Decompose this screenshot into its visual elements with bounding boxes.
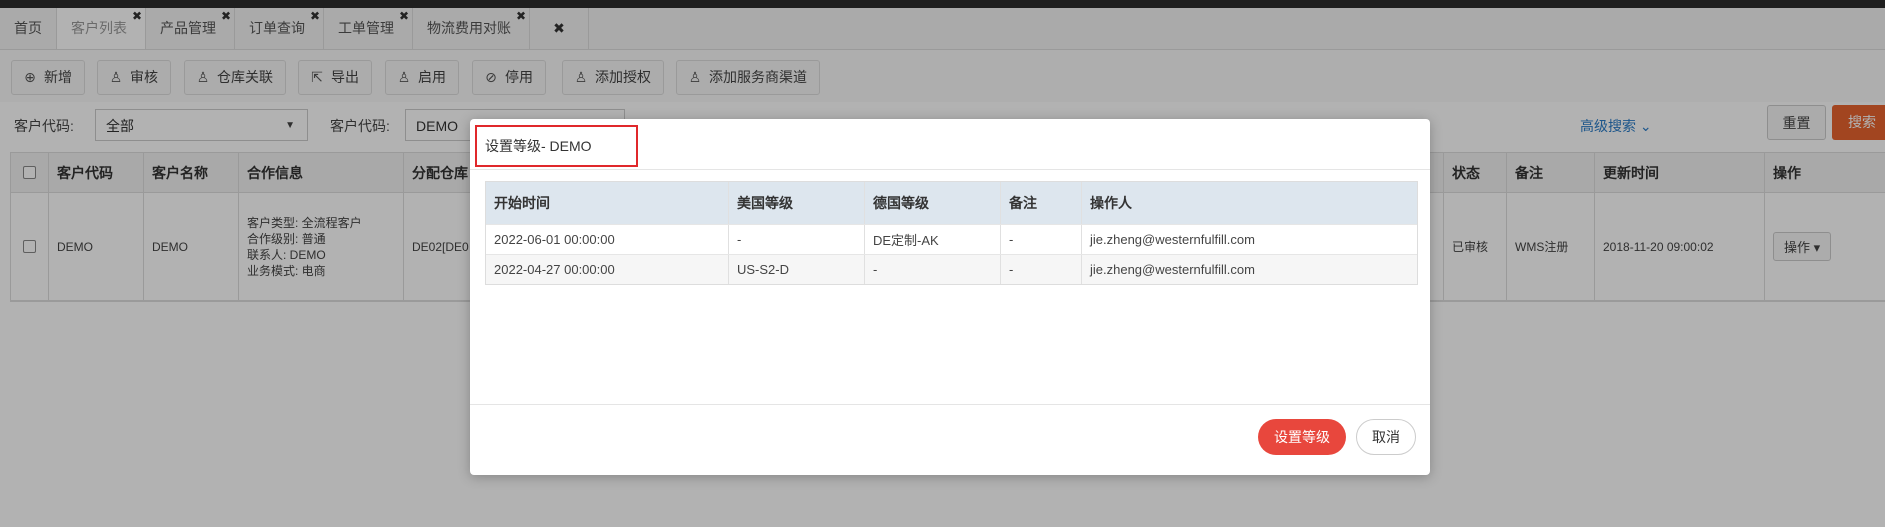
dialog-title: 设置等级- DEMO (485, 138, 592, 154)
cell-remark: - (1001, 225, 1082, 254)
cell-operator: jie.zheng@westernfulfill.com (1090, 232, 1255, 247)
col-de-level: 德国等级 (865, 182, 1001, 224)
level-table-row: 2022-04-27 00:00:00 US-S2-D - - jie.zhen… (486, 255, 1417, 284)
header-divider (470, 169, 1430, 170)
level-history-table: 开始时间 美国等级 德国等级 备注 操作人 2022-06-01 00:00:0… (485, 181, 1418, 285)
cell-us-level: US-S2-D (729, 255, 865, 284)
footer-divider (470, 404, 1430, 405)
cancel-button[interactable]: 取消 (1356, 419, 1416, 455)
cell-start-time: 2022-04-27 00:00:00 (486, 255, 729, 284)
cell-remark: - (1001, 255, 1082, 284)
cell-de-level: - (865, 255, 1001, 284)
cell-operator: jie.zheng@westernfulfill.com (1090, 262, 1255, 277)
level-table-row: 2022-06-01 00:00:00 - DE定制-AK - jie.zhen… (486, 225, 1417, 255)
col-start-time: 开始时间 (486, 182, 729, 224)
col-operator: 操作人 (1090, 195, 1132, 211)
col-us-level: 美国等级 (729, 182, 865, 224)
cell-us-level: - (729, 225, 865, 254)
set-level-button[interactable]: 设置等级 (1258, 419, 1346, 455)
set-level-dialog: 设置等级- DEMO 开始时间 美国等级 德国等级 备注 操作人 2022-06… (470, 119, 1430, 475)
cell-start-time: 2022-06-01 00:00:00 (486, 225, 729, 254)
col-remark: 备注 (1001, 182, 1082, 224)
level-table-header: 开始时间 美国等级 德国等级 备注 操作人 (486, 182, 1417, 225)
cell-de-level: DE定制-AK (865, 225, 1001, 254)
